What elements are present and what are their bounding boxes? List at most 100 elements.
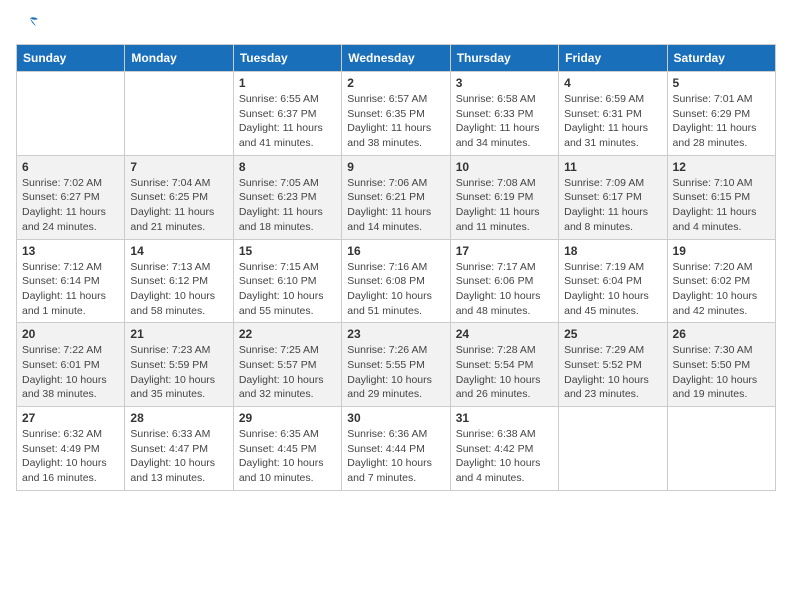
calendar-cell: 3 Sunrise: 6:58 AM Sunset: 6:33 PM Daylig… xyxy=(450,72,558,156)
day-number: 16 xyxy=(347,244,444,258)
logo-bird-icon xyxy=(20,16,40,32)
day-info: Sunrise: 7:23 AM Sunset: 5:59 PM Dayligh… xyxy=(130,343,227,402)
day-info: Sunrise: 7:02 AM Sunset: 6:27 PM Dayligh… xyxy=(22,176,119,235)
day-number: 12 xyxy=(673,160,770,174)
day-number: 10 xyxy=(456,160,553,174)
calendar-cell: 13 Sunrise: 7:12 AM Sunset: 6:14 PM Dayli… xyxy=(17,239,125,323)
day-number: 27 xyxy=(22,411,119,425)
day-number: 13 xyxy=(22,244,119,258)
day-number: 18 xyxy=(564,244,661,258)
day-number: 1 xyxy=(239,76,336,90)
day-number: 20 xyxy=(22,327,119,341)
day-info: Sunrise: 6:33 AM Sunset: 4:47 PM Dayligh… xyxy=(130,427,227,486)
day-number: 30 xyxy=(347,411,444,425)
day-number: 23 xyxy=(347,327,444,341)
weekday-header: Tuesday xyxy=(233,45,341,72)
day-info: Sunrise: 7:15 AM Sunset: 6:10 PM Dayligh… xyxy=(239,260,336,319)
day-number: 28 xyxy=(130,411,227,425)
day-info: Sunrise: 7:29 AM Sunset: 5:52 PM Dayligh… xyxy=(564,343,661,402)
day-info: Sunrise: 7:10 AM Sunset: 6:15 PM Dayligh… xyxy=(673,176,770,235)
calendar-cell: 12 Sunrise: 7:10 AM Sunset: 6:15 PM Dayli… xyxy=(667,155,775,239)
day-number: 8 xyxy=(239,160,336,174)
day-info: Sunrise: 7:28 AM Sunset: 5:54 PM Dayligh… xyxy=(456,343,553,402)
day-info: Sunrise: 7:01 AM Sunset: 6:29 PM Dayligh… xyxy=(673,92,770,151)
day-number: 19 xyxy=(673,244,770,258)
day-number: 22 xyxy=(239,327,336,341)
day-number: 5 xyxy=(673,76,770,90)
day-number: 11 xyxy=(564,160,661,174)
day-number: 24 xyxy=(456,327,553,341)
day-info: Sunrise: 6:58 AM Sunset: 6:33 PM Dayligh… xyxy=(456,92,553,151)
calendar-cell: 6 Sunrise: 7:02 AM Sunset: 6:27 PM Daylig… xyxy=(17,155,125,239)
day-info: Sunrise: 7:20 AM Sunset: 6:02 PM Dayligh… xyxy=(673,260,770,319)
calendar-cell: 19 Sunrise: 7:20 AM Sunset: 6:02 PM Dayli… xyxy=(667,239,775,323)
calendar-cell: 28 Sunrise: 6:33 AM Sunset: 4:47 PM Dayli… xyxy=(125,407,233,491)
calendar-table: SundayMondayTuesdayWednesdayThursdayFrid… xyxy=(16,44,776,491)
calendar-cell: 5 Sunrise: 7:01 AM Sunset: 6:29 PM Daylig… xyxy=(667,72,775,156)
calendar-body: 1 Sunrise: 6:55 AM Sunset: 6:37 PM Daylig… xyxy=(17,72,776,491)
day-info: Sunrise: 7:12 AM Sunset: 6:14 PM Dayligh… xyxy=(22,260,119,319)
weekday-header: Friday xyxy=(559,45,667,72)
calendar-cell: 20Sunrise: 7:22 AM Sunset: 6:01 PM Dayli… xyxy=(17,323,125,407)
calendar-cell xyxy=(559,407,667,491)
calendar-cell: 10 Sunrise: 7:08 AM Sunset: 6:19 PM Dayli… xyxy=(450,155,558,239)
day-info: Sunrise: 7:08 AM Sunset: 6:19 PM Dayligh… xyxy=(456,176,553,235)
day-info: Sunrise: 7:16 AM Sunset: 6:08 PM Dayligh… xyxy=(347,260,444,319)
day-number: 29 xyxy=(239,411,336,425)
calendar-cell: 4Sunrise: 6:59 AM Sunset: 6:31 PM Daylig… xyxy=(559,72,667,156)
calendar-cell: 29 Sunrise: 6:35 AM Sunset: 4:45 PM Dayli… xyxy=(233,407,341,491)
day-info: Sunrise: 7:25 AM Sunset: 5:57 PM Dayligh… xyxy=(239,343,336,402)
weekday-header: Monday xyxy=(125,45,233,72)
day-info: Sunrise: 7:30 AM Sunset: 5:50 PM Dayligh… xyxy=(673,343,770,402)
calendar-cell: 25Sunrise: 7:29 AM Sunset: 5:52 PM Dayli… xyxy=(559,323,667,407)
day-info: Sunrise: 6:35 AM Sunset: 4:45 PM Dayligh… xyxy=(239,427,336,486)
weekday-header: Thursday xyxy=(450,45,558,72)
day-info: Sunrise: 6:38 AM Sunset: 4:42 PM Dayligh… xyxy=(456,427,553,486)
day-info: Sunrise: 7:19 AM Sunset: 6:04 PM Dayligh… xyxy=(564,260,661,319)
calendar-cell: 16 Sunrise: 7:16 AM Sunset: 6:08 PM Dayli… xyxy=(342,239,450,323)
day-number: 17 xyxy=(456,244,553,258)
calendar-cell: 27Sunrise: 6:32 AM Sunset: 4:49 PM Dayli… xyxy=(17,407,125,491)
calendar-cell: 31 Sunrise: 6:38 AM Sunset: 4:42 PM Dayli… xyxy=(450,407,558,491)
calendar-cell: 15 Sunrise: 7:15 AM Sunset: 6:10 PM Dayli… xyxy=(233,239,341,323)
calendar-cell: 8 Sunrise: 7:05 AM Sunset: 6:23 PM Daylig… xyxy=(233,155,341,239)
day-info: Sunrise: 6:57 AM Sunset: 6:35 PM Dayligh… xyxy=(347,92,444,151)
calendar-cell: 18 Sunrise: 7:19 AM Sunset: 6:04 PM Dayli… xyxy=(559,239,667,323)
weekday-header: Sunday xyxy=(17,45,125,72)
day-number: 6 xyxy=(22,160,119,174)
calendar-week-row: 13 Sunrise: 7:12 AM Sunset: 6:14 PM Dayli… xyxy=(17,239,776,323)
day-info: Sunrise: 7:04 AM Sunset: 6:25 PM Dayligh… xyxy=(130,176,227,235)
day-info: Sunrise: 7:05 AM Sunset: 6:23 PM Dayligh… xyxy=(239,176,336,235)
day-number: 9 xyxy=(347,160,444,174)
day-number: 14 xyxy=(130,244,227,258)
day-info: Sunrise: 7:06 AM Sunset: 6:21 PM Dayligh… xyxy=(347,176,444,235)
day-info: Sunrise: 7:26 AM Sunset: 5:55 PM Dayligh… xyxy=(347,343,444,402)
day-info: Sunrise: 6:55 AM Sunset: 6:37 PM Dayligh… xyxy=(239,92,336,151)
day-number: 7 xyxy=(130,160,227,174)
calendar-cell xyxy=(17,72,125,156)
logo xyxy=(16,16,42,32)
day-number: 2 xyxy=(347,76,444,90)
calendar-cell: 17 Sunrise: 7:17 AM Sunset: 6:06 PM Dayli… xyxy=(450,239,558,323)
day-info: Sunrise: 6:59 AM Sunset: 6:31 PM Dayligh… xyxy=(564,92,661,151)
day-number: 31 xyxy=(456,411,553,425)
calendar-cell: 23 Sunrise: 7:26 AM Sunset: 5:55 PM Dayli… xyxy=(342,323,450,407)
calendar-header: SundayMondayTuesdayWednesdayThursdayFrid… xyxy=(17,45,776,72)
day-number: 3 xyxy=(456,76,553,90)
calendar-cell: 24 Sunrise: 7:28 AM Sunset: 5:54 PM Dayli… xyxy=(450,323,558,407)
day-number: 15 xyxy=(239,244,336,258)
day-info: Sunrise: 7:17 AM Sunset: 6:06 PM Dayligh… xyxy=(456,260,553,319)
calendar-week-row: 27Sunrise: 6:32 AM Sunset: 4:49 PM Dayli… xyxy=(17,407,776,491)
calendar-cell: 9 Sunrise: 7:06 AM Sunset: 6:21 PM Daylig… xyxy=(342,155,450,239)
calendar-week-row: 1 Sunrise: 6:55 AM Sunset: 6:37 PM Daylig… xyxy=(17,72,776,156)
calendar-cell: 7 Sunrise: 7:04 AM Sunset: 6:25 PM Daylig… xyxy=(125,155,233,239)
weekday-header: Saturday xyxy=(667,45,775,72)
calendar-cell: 2 Sunrise: 6:57 AM Sunset: 6:35 PM Daylig… xyxy=(342,72,450,156)
day-number: 26 xyxy=(673,327,770,341)
calendar-cell: 11Sunrise: 7:09 AM Sunset: 6:17 PM Dayli… xyxy=(559,155,667,239)
calendar-week-row: 6 Sunrise: 7:02 AM Sunset: 6:27 PM Daylig… xyxy=(17,155,776,239)
day-number: 21 xyxy=(130,327,227,341)
calendar-cell: 22 Sunrise: 7:25 AM Sunset: 5:57 PM Dayli… xyxy=(233,323,341,407)
weekday-header: Wednesday xyxy=(342,45,450,72)
calendar-cell xyxy=(125,72,233,156)
